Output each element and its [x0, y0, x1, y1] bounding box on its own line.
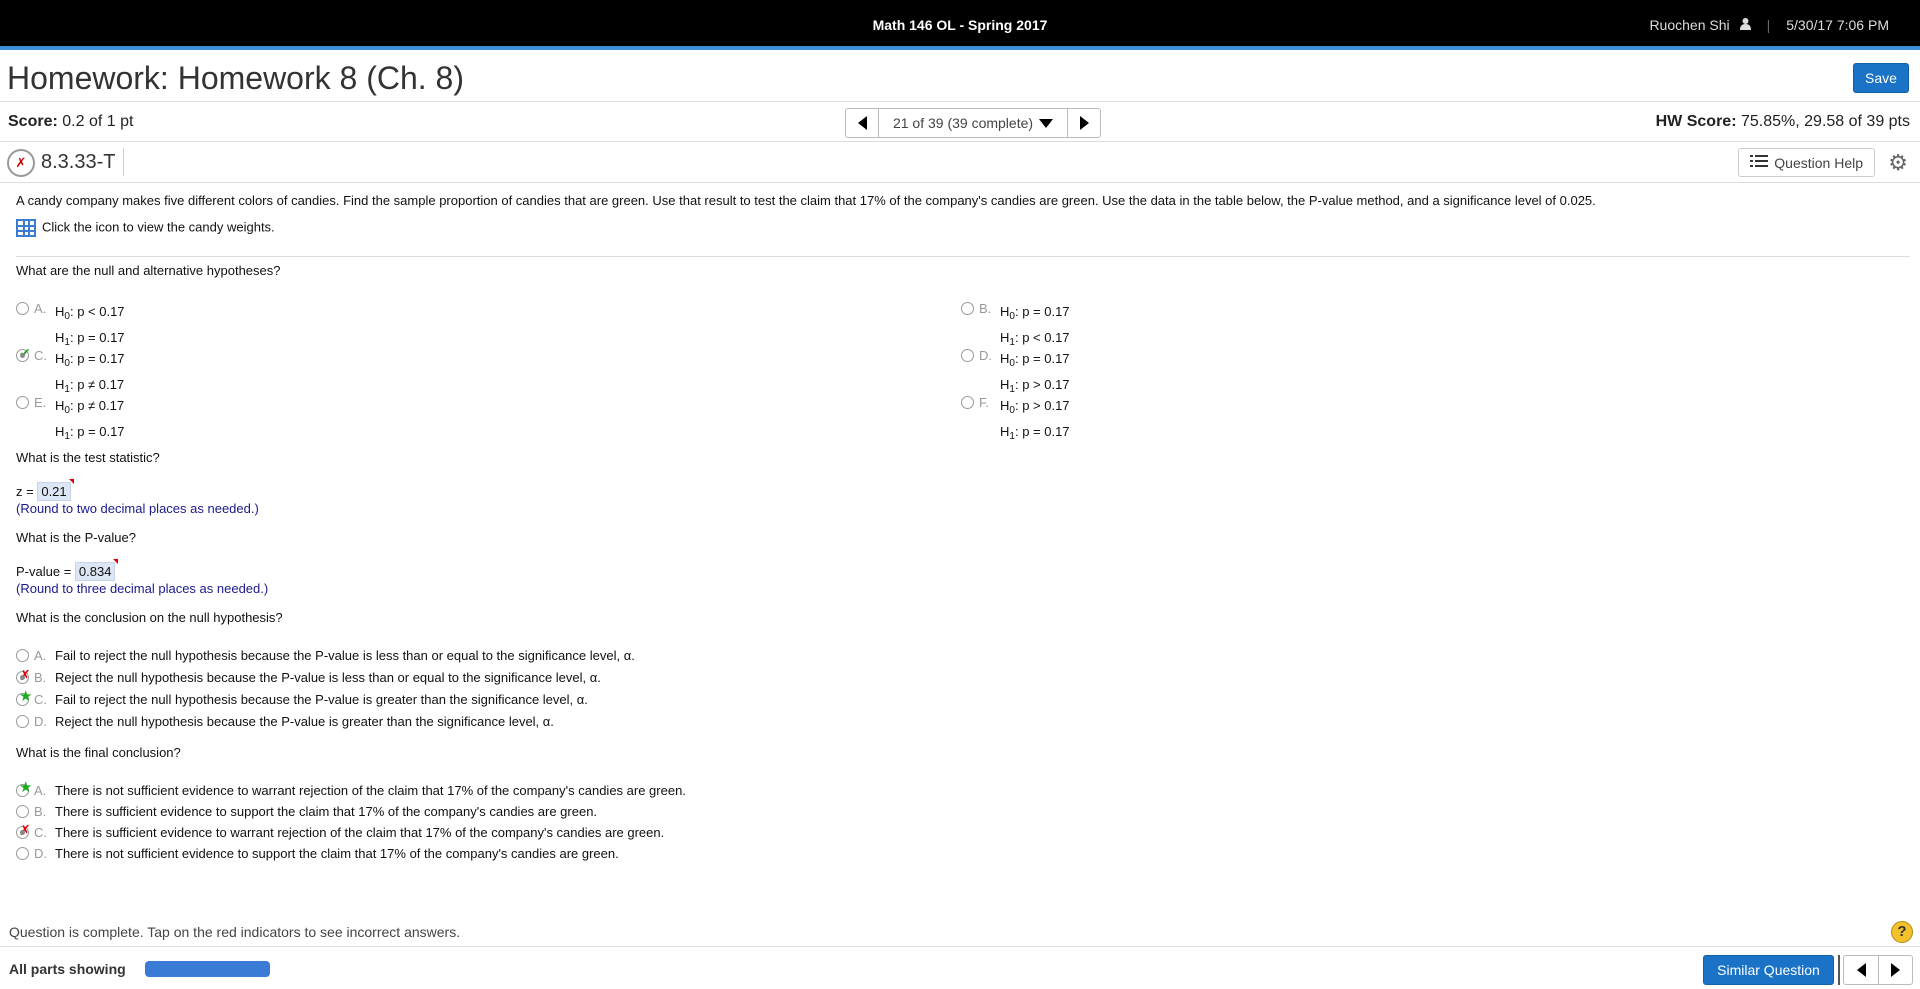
- star-icon: ★: [19, 688, 33, 705]
- radio[interactable]: ★: [16, 688, 32, 706]
- radio[interactable]: [16, 805, 29, 818]
- arrow-left-icon: [857, 116, 867, 130]
- table-icon[interactable]: [16, 219, 36, 237]
- q5-option-c[interactable]: ✗ C. There is sufficient evidence to warra…: [16, 822, 664, 840]
- radio[interactable]: [16, 847, 29, 860]
- divider: [16, 256, 1910, 257]
- q1-option-f[interactable]: F. H0: p > 0.17 H1: p = 0.17: [961, 395, 1070, 447]
- divider: |: [1766, 17, 1771, 33]
- save-button[interactable]: Save: [1853, 63, 1909, 93]
- radio[interactable]: [961, 396, 974, 409]
- parts-label: All parts showing: [9, 961, 126, 977]
- q1-option-a[interactable]: A. H0: p < 0.17 H1: p = 0.17: [16, 301, 125, 353]
- x-mark-icon: ✗: [19, 667, 31, 683]
- title-bar: Homework: Homework 8 (Ch. 8) Save: [0, 54, 1920, 102]
- x-mark-icon: ✗: [19, 822, 31, 838]
- question-help-button[interactable]: Question Help: [1738, 148, 1875, 177]
- star-icon: ★: [19, 779, 33, 796]
- arrow-left-icon: [1856, 963, 1866, 977]
- z-answer-row: z = 0.21: [16, 479, 75, 501]
- q1-option-e[interactable]: E. H0: p ≠ 0.17 H1: p = 0.17: [16, 395, 125, 447]
- divider: [123, 148, 124, 176]
- q5-option-b[interactable]: B. There is sufficient evidence to suppor…: [16, 804, 597, 819]
- radio[interactable]: ★: [16, 779, 32, 797]
- problem-text: A candy company makes five different col…: [16, 193, 1596, 208]
- question-select[interactable]: 21 of 39 (39 complete): [878, 109, 1068, 137]
- q1-option-c[interactable]: ✔ C. H0: p = 0.17 H1: p ≠ 0.17: [16, 345, 125, 400]
- radio[interactable]: [16, 649, 29, 662]
- q4-option-d[interactable]: D. Reject the null hypothesis because the…: [16, 714, 554, 729]
- q2-note: (Round to two decimal places as needed.): [16, 501, 259, 516]
- bottom-navigator: [1843, 955, 1913, 985]
- next-question-button[interactable]: [1068, 109, 1100, 137]
- arrow-right-icon: [1079, 116, 1089, 130]
- divider: [1838, 955, 1840, 985]
- user-name[interactable]: Ruochen Shi: [1649, 17, 1729, 33]
- data-link: Click the icon to view the candy weights…: [16, 219, 275, 237]
- bottom-bar: All parts showing Similar Question: [0, 946, 1920, 989]
- radio-selected[interactable]: ✗: [16, 667, 31, 684]
- radio[interactable]: [16, 302, 29, 315]
- q4-option-a[interactable]: A. Fail to reject the null hypothesis bec…: [16, 648, 635, 663]
- gear-icon[interactable]: ⚙: [1888, 150, 1908, 176]
- score-bar: Score: 0.2 of 1 pt 21 of 39 (39 complete…: [0, 102, 1920, 142]
- progress-fill: [145, 961, 270, 977]
- pvalue-answer-row: P-value = 0.834: [16, 559, 118, 581]
- q1-option-b[interactable]: B. H0: p = 0.17 H1: p < 0.17: [961, 301, 1070, 353]
- radio[interactable]: [961, 349, 974, 362]
- radio[interactable]: [16, 715, 29, 728]
- q5-prompt: What is the final conclusion?: [16, 745, 181, 760]
- question-navigator: 21 of 39 (39 complete): [845, 108, 1101, 138]
- partial-credit-icon: ✗: [7, 149, 35, 177]
- radio-selected[interactable]: ✔: [16, 345, 31, 362]
- hw-score: HW Score: 75.85%, 29.58 of 39 pts: [1655, 113, 1910, 130]
- chevron-down-icon: [1039, 118, 1054, 128]
- question-bar: ✗ 8.3.33-T Question Help ⚙: [0, 142, 1920, 183]
- help-icon[interactable]: ?: [1891, 921, 1913, 943]
- q4-prompt: What is the conclusion on the null hypot…: [16, 610, 283, 625]
- list-icon: [1750, 154, 1769, 171]
- q1-prompt: What are the null and alternative hypoth…: [16, 263, 281, 278]
- question-id: 8.3.33-T: [41, 151, 116, 173]
- q4-option-b[interactable]: ✗ B. Reject the null hypothesis because th…: [16, 667, 601, 685]
- q5-option-a[interactable]: ★ A. There is not sufficient evidence to w…: [16, 779, 686, 798]
- q2-prompt: What is the test statistic?: [16, 450, 160, 465]
- page-title: Homework: Homework 8 (Ch. 8): [7, 60, 464, 96]
- next-question-button[interactable]: [1878, 956, 1912, 984]
- prev-question-button[interactable]: [1844, 956, 1878, 984]
- completion-message: Question is complete. Tap on the red ind…: [9, 924, 461, 940]
- person-icon: [1739, 17, 1751, 33]
- radio[interactable]: [16, 396, 29, 409]
- similar-question-button[interactable]: Similar Question: [1703, 955, 1834, 985]
- q5-option-d[interactable]: D. There is not sufficient evidence to su…: [16, 846, 619, 861]
- radio-selected[interactable]: ✗: [16, 822, 31, 839]
- radio[interactable]: [961, 302, 974, 315]
- top-bar: Math 146 OL - Spring 2017 Ruochen Shi | …: [0, 0, 1920, 50]
- prev-question-button[interactable]: [846, 109, 878, 137]
- arrow-right-icon: [1891, 963, 1900, 977]
- q1-option-d[interactable]: D. H0: p = 0.17 H1: p > 0.17: [961, 348, 1070, 400]
- pvalue-answer-field[interactable]: 0.834: [74, 559, 118, 581]
- parts-progress-bar: [145, 961, 270, 977]
- course-title: Math 146 OL - Spring 2017: [872, 17, 1048, 33]
- score: Score: 0.2 of 1 pt: [8, 113, 134, 130]
- user-info: Ruochen Shi | 5/30/17 7:06 PM: [1649, 17, 1889, 33]
- checkmark-icon: ✔: [19, 345, 31, 361]
- q4-option-c[interactable]: ★ C. Fail to reject the null hypothesis be…: [16, 688, 588, 707]
- q3-prompt: What is the P-value?: [16, 530, 136, 545]
- z-answer-field[interactable]: 0.21: [37, 479, 75, 501]
- datetime: 5/30/17 7:06 PM: [1786, 17, 1889, 33]
- q3-note: (Round to three decimal places as needed…: [16, 581, 269, 596]
